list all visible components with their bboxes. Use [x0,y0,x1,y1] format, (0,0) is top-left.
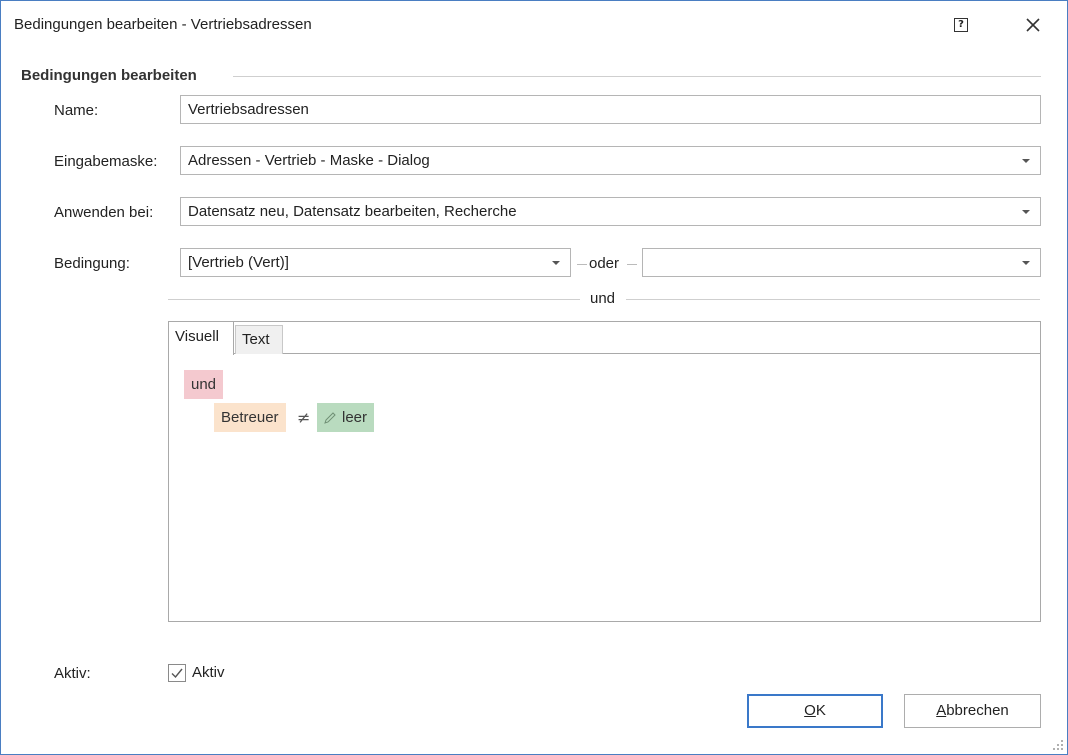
field-chip[interactable]: Betreuer [214,403,286,432]
chevron-down-icon [1022,261,1030,265]
name-input-value: Vertriebsadressen [188,101,309,118]
help-button[interactable]: ? [945,13,977,37]
bedingung-value: [Vertrieb (Vert)] [188,254,289,271]
title-bar: Bedingungen bearbeiten - Vertriebsadress… [1,1,1067,49]
window-title: Bedingungen bearbeiten - Vertriebsadress… [14,16,312,33]
group-divider [233,76,1041,77]
tab-text[interactable]: Text [235,325,283,354]
pencil-icon [324,411,336,424]
group-header: Bedingungen bearbeiten [21,67,197,84]
oder-line-right [627,264,637,265]
aktiv-checkbox[interactable] [168,664,186,682]
anwenden-value: Datensatz neu, Datensatz bearbeiten, Rec… [188,203,517,220]
ok-button[interactable]: OK [747,694,883,728]
cancel-button[interactable]: Abbrechen [904,694,1041,728]
chevron-down-icon [1022,159,1030,163]
operator-chip[interactable]: und [184,370,224,399]
bedingung-label: Bedingung: [54,255,130,272]
comparison-operator[interactable]: ≠ [297,403,310,432]
chevron-down-icon [1022,210,1030,214]
eingabemaske-label: Eingabemaske: [54,153,158,170]
und-line-right [626,299,1040,300]
close-button[interactable] [1017,11,1049,39]
ok-label-rest: K [815,702,826,719]
name-label: Name: [54,102,99,119]
tab-visuell[interactable]: Visuell [169,322,234,355]
cancel-label-rest: bbrechen [946,702,1009,719]
condition-editor: Visuell Text und Betreuer ≠ leer [168,321,1041,622]
close-icon [1026,18,1040,32]
und-line-left [168,299,580,300]
ok-mnemonic: O [804,702,816,719]
help-icon: ? [954,18,968,32]
editor-tabstrip: Visuell Text [169,322,1040,355]
eingabemaske-value: Adressen - Vertrieb - Maske - Dialog [188,152,430,169]
check-icon [171,668,183,679]
cancel-mnemonic: A [936,702,947,719]
oder-label: oder [589,255,620,272]
und-label: und [590,290,616,307]
oder-line-left [577,264,587,265]
oder-separator: oder [575,254,639,274]
value-chip[interactable]: leer [317,403,375,432]
aktiv-label: Aktiv: [54,665,91,682]
aktiv-checkbox-label[interactable]: Aktiv [192,664,225,681]
anwenden-dropdown[interactable]: Datensatz neu, Datensatz bearbeiten, Rec… [180,197,1041,226]
name-input[interactable]: Vertriebsadressen [180,95,1041,124]
bedingung-dropdown[interactable]: [Vertrieb (Vert)] [180,248,571,277]
value-chip-label: leer [342,409,368,426]
eingabemaske-dropdown[interactable]: Adressen - Vertrieb - Maske - Dialog [180,146,1041,175]
oder-dropdown[interactable] [642,248,1041,277]
chevron-down-icon [552,261,560,265]
dialog-window: Bedingungen bearbeiten - Vertriebsadress… [0,0,1068,755]
anwenden-label: Anwenden bei: [54,204,154,221]
resize-grip[interactable] [1052,739,1064,751]
